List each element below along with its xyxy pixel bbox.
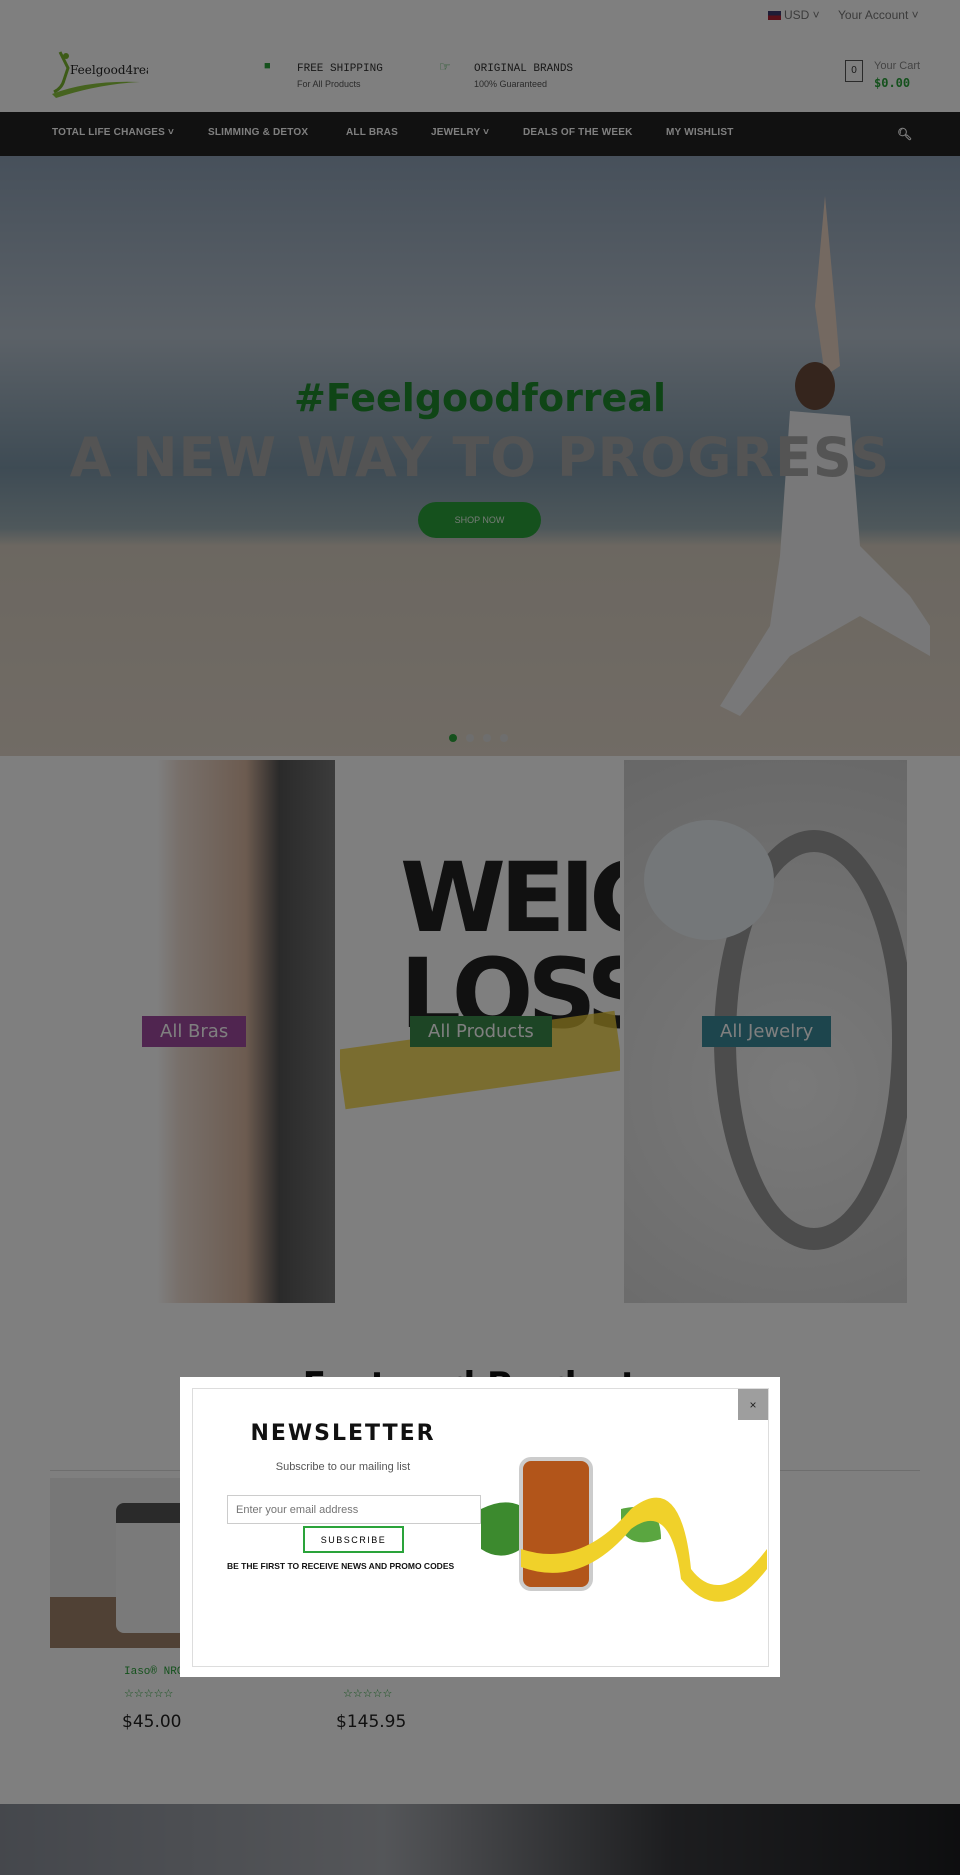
newsletter-popup: × NEWSLETTER Subscribe to our mailing li… (180, 1377, 780, 1677)
subscribe-button[interactable]: SUBSCRIBE (303, 1526, 404, 1553)
close-button[interactable]: × (738, 1389, 768, 1420)
newsletter-title: NEWSLETTER (250, 1421, 436, 1446)
tea-tape-image (481, 1457, 767, 1602)
newsletter-subtitle: Subscribe to our mailing list (275, 1461, 411, 1473)
email-input[interactable] (227, 1495, 481, 1524)
promo-note: BE THE FIRST TO RECEIVE NEWS AND PROMO C… (227, 1561, 455, 1571)
